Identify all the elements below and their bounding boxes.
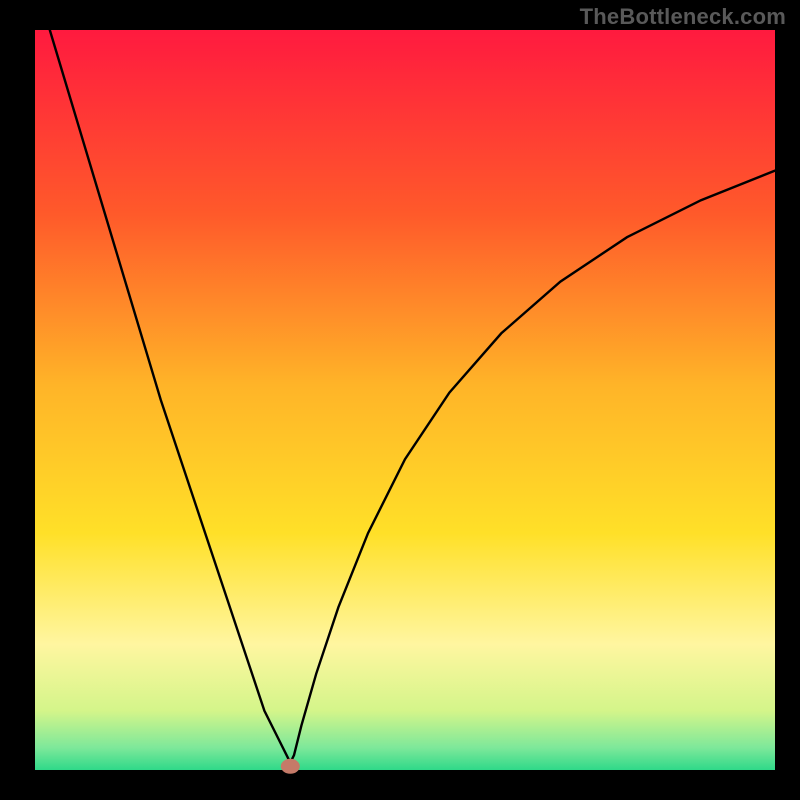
- optimum-marker: [281, 759, 299, 773]
- plot-background: [35, 30, 775, 770]
- chart-frame: TheBottleneck.com: [0, 0, 800, 800]
- bottleneck-chart: [0, 0, 800, 800]
